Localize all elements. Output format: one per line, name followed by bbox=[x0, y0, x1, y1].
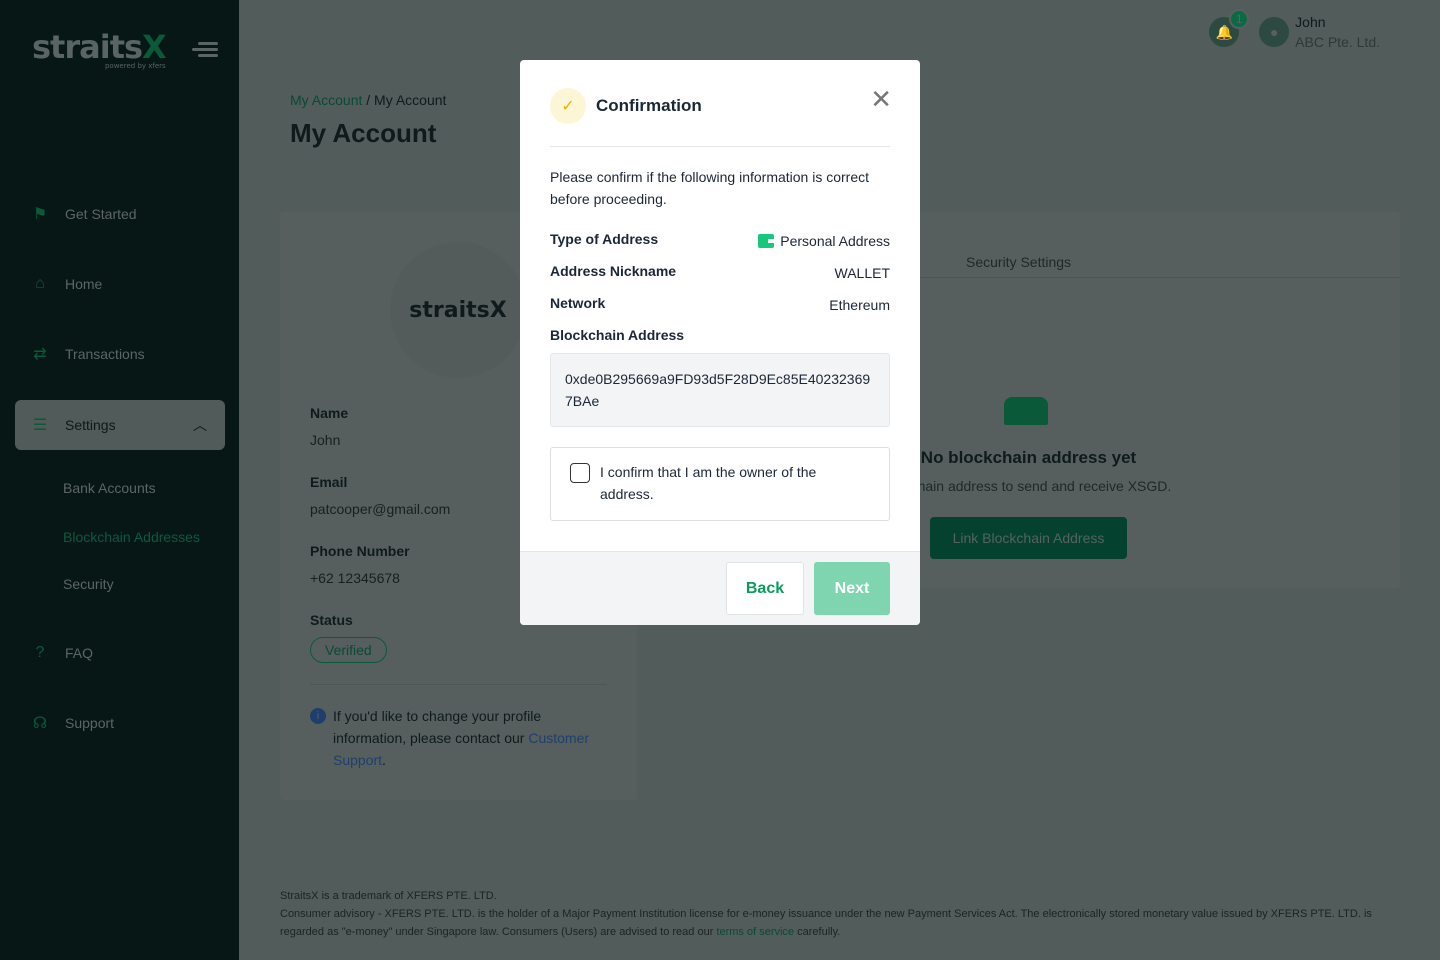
sidebar-subitem-bank-accounts[interactable]: Bank Accounts bbox=[63, 480, 156, 496]
phone-label: Phone Number bbox=[310, 543, 410, 559]
modal-description: Please confirm if the following informat… bbox=[550, 169, 870, 207]
transactions-icon: ⇄ bbox=[33, 346, 47, 363]
empty-box-illustration bbox=[1004, 397, 1048, 425]
next-button[interactable]: Next bbox=[814, 562, 890, 615]
notification-badge: 1 bbox=[1229, 9, 1250, 29]
confirmation-modal: ✓ Confirmation ✕ Please confirm if the fo… bbox=[520, 60, 920, 625]
close-icon[interactable]: ✕ bbox=[870, 86, 892, 112]
status-badge: Verified bbox=[310, 637, 387, 663]
breadcrumb: My Account / My Account bbox=[290, 92, 447, 108]
user-avatar-icon[interactable]: ● bbox=[1259, 17, 1290, 47]
back-button[interactable]: Back bbox=[726, 562, 804, 615]
faq-icon: ? bbox=[35, 644, 45, 661]
modal-title: Confirmation bbox=[596, 96, 702, 115]
owner-confirm-checkbox[interactable]: I confirm that I am the owner of the add… bbox=[550, 447, 890, 521]
sidebar-item-get-started[interactable]: ⚑ Get Started bbox=[15, 189, 225, 239]
chevron-up-icon: ︿ bbox=[193, 417, 207, 433]
status-label: Status bbox=[310, 612, 353, 628]
home-icon: ⌂ bbox=[35, 275, 45, 292]
sidebar: straitsX powered by xfers ⚑ Get Started ⌂ H… bbox=[0, 0, 239, 960]
phone-value: +62 12345678 bbox=[310, 570, 400, 586]
checkbox[interactable] bbox=[570, 463, 590, 483]
sidebar-item-settings[interactable]: ☰ Settings ︿ bbox=[15, 400, 225, 450]
row-network: Network Ethereum bbox=[550, 295, 890, 313]
wallet-icon bbox=[758, 234, 775, 248]
name-value: John bbox=[310, 432, 341, 448]
link-blockchain-address-button[interactable]: Link Blockchain Address bbox=[930, 517, 1127, 559]
notification-bell-icon[interactable]: 🔔 1 bbox=[1209, 9, 1250, 47]
email-value: patcooper@gmail.com bbox=[310, 501, 451, 517]
sidebar-item-support[interactable]: ☊ Support bbox=[15, 698, 225, 748]
tab-security-settings[interactable]: Security Settings bbox=[966, 254, 1071, 270]
footer: StraitsX is a trademark of XFERS PTE. LT… bbox=[280, 890, 1372, 938]
sidebar-item-home[interactable]: ⌂ Home bbox=[15, 259, 225, 309]
divider bbox=[310, 684, 607, 685]
name-label: Name bbox=[310, 405, 349, 421]
user-menu[interactable]: John ABC Pte. Ltd. bbox=[1295, 14, 1380, 50]
page-title: My Account bbox=[290, 118, 437, 148]
headset-icon: ☊ bbox=[32, 715, 48, 732]
info-icon: i bbox=[310, 708, 326, 724]
divider bbox=[550, 146, 890, 147]
sidebar-subitem-security[interactable]: Security bbox=[63, 576, 114, 592]
breadcrumb-parent-link[interactable]: My Account bbox=[290, 92, 362, 108]
row-blockchain-address: Blockchain Address bbox=[550, 327, 685, 343]
modal-footer: Back Next bbox=[520, 551, 920, 625]
check-circle-icon: ✓ bbox=[550, 88, 586, 124]
row-type-of-address: Type of Address Personal Address bbox=[550, 231, 890, 249]
straitsx-logo[interactable]: straitsX powered by xfers bbox=[32, 28, 167, 70]
row-address-nickname: Address Nickname WALLET bbox=[550, 263, 890, 281]
terms-of-service-link[interactable]: terms of service bbox=[716, 926, 794, 938]
sidebar-subitem-blockchain-addresses[interactable]: Blockchain Addresses bbox=[63, 529, 200, 545]
email-label: Email bbox=[310, 474, 348, 490]
sidebar-item-faq[interactable]: ? FAQ bbox=[15, 628, 225, 678]
flag-icon: ⚑ bbox=[32, 206, 48, 223]
sliders-icon: ☰ bbox=[32, 417, 48, 434]
profile-info-note: i If you'd like to change your profile in… bbox=[310, 705, 610, 771]
blockchain-address-value: 0xde0B295669a9FD93d5F28D9Ec85E402323697B… bbox=[550, 353, 890, 427]
profile-logo: straitsX bbox=[390, 242, 526, 378]
sidebar-item-transactions[interactable]: ⇄ Transactions bbox=[15, 329, 225, 379]
topbar: 🔔 1 ● John ABC Pte. Ltd. bbox=[1209, 9, 1380, 50]
collapse-menu-icon[interactable] bbox=[192, 40, 218, 60]
